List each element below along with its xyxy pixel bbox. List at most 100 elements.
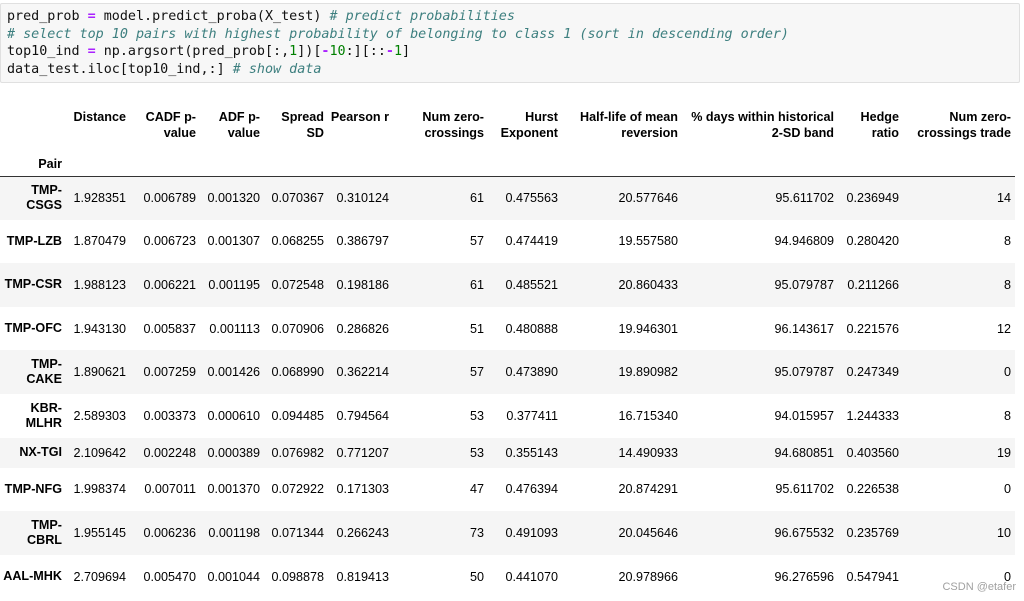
table-cell: 0.221576: [846, 321, 899, 336]
code-token: 10: [329, 44, 346, 60]
table-cell: 1.928351: [73, 191, 126, 206]
table-cell: 0.076982: [271, 445, 324, 460]
column-header: Num zero-crossings trade: [917, 110, 1011, 140]
table-cell: 73: [469, 525, 484, 540]
table-cell: 51: [469, 321, 484, 336]
code-token: model.predict_proba(X_test): [95, 9, 330, 24]
code-cell[interactable]: pred_prob = model.predict_proba(X_test) …: [0, 3, 1020, 83]
table-cell: 19.946301: [618, 321, 678, 336]
table-cell: 95.611702: [775, 191, 834, 206]
code-token: =: [87, 9, 96, 24]
table-cell: 94.680851: [774, 445, 834, 460]
row-index-pair: TMP-CSR: [4, 277, 62, 292]
table-cell: 0.794564: [336, 408, 389, 423]
table-cell: 0.771207: [336, 445, 389, 460]
table-cell: 0.001370: [207, 482, 260, 497]
table-cell: 0.198186: [336, 277, 389, 292]
table-cell: 0.485521: [505, 277, 558, 292]
table-cell: 0.236949: [846, 191, 899, 206]
table-row: KBR-MLHR 2.589303 0.003373 0.000610 0.094485…: [0, 394, 1015, 438]
table-cell: 95.079787: [774, 365, 834, 380]
table-cell: 14.490933: [618, 445, 678, 460]
table-cell: 20.045646: [618, 525, 678, 540]
table-cell: 0.006723: [143, 234, 196, 249]
table-cell: 0.247349: [846, 365, 899, 380]
table-cell: 0.310124: [336, 191, 389, 206]
table-cell: 53: [469, 408, 484, 423]
table-cell: 20.978966: [618, 569, 678, 584]
table-cell: 0.072922: [271, 482, 324, 497]
table-cell: 0: [1003, 365, 1011, 380]
table-cell: 0.491093: [505, 525, 558, 540]
row-index-pair: TMP-NFG: [4, 481, 62, 496]
table-cell: 0.001426: [207, 365, 260, 380]
table-cell: 2.109642: [73, 445, 126, 460]
table-row: AAL-MHK 2.709694 0.005470 0.001044 0.098878 0…: [0, 555, 1015, 599]
code-token: ])[: [297, 44, 322, 60]
table-cell: 14: [996, 191, 1011, 206]
table-cell: 0.001044: [207, 569, 260, 584]
table-cell: 0.547941: [846, 569, 899, 584]
table-cell: 8: [1003, 408, 1011, 423]
code-comment: # show data: [232, 61, 322, 77]
table-cell: 0.068990: [271, 365, 324, 380]
code-token: -: [385, 44, 394, 60]
code-token: pred_prob: [7, 9, 88, 24]
table-cell: 0.005837: [143, 321, 196, 336]
table-cell: 0.001198: [208, 525, 260, 540]
table-cell: 2.589303: [73, 408, 126, 423]
table-row: TMP-CAKE 1.890621 0.007259 0.001426 0.068990…: [0, 350, 1015, 394]
column-header: CADF p-value: [145, 110, 196, 140]
column-header: % days within historical 2-SD band: [691, 110, 834, 140]
table-cell: 0.355143: [505, 445, 558, 460]
table-cell: 0.072548: [271, 277, 324, 292]
table-cell: 0.098878: [271, 569, 324, 584]
table-cell: 96.276596: [774, 569, 834, 584]
code-token: top10_ind: [7, 44, 88, 60]
table-cell: 1.955145: [73, 525, 126, 540]
table-cell: 0.070367: [271, 191, 324, 206]
table-cell: 2.709694: [73, 569, 126, 584]
code-token: =: [87, 44, 96, 60]
table-cell: 50: [469, 569, 484, 584]
table-cell: 0: [1003, 482, 1011, 497]
watermark: CSDN @etafer: [942, 581, 1016, 593]
column-header: Num zero-crossings: [422, 110, 484, 140]
table-row: TMP-CBRL 1.955145 0.006236 0.001198 0.071344…: [0, 511, 1015, 555]
row-index-pair: TMP-CAKE: [26, 357, 62, 387]
table-cell: 0.226538: [846, 482, 899, 497]
row-index-pair: TMP-CBRL: [27, 517, 62, 547]
code-token: ]: [402, 44, 411, 60]
table-row: TMP-CSR 1.988123 0.006221 0.001195 0.072548 0…: [0, 263, 1015, 307]
table-cell: 1.943130: [73, 321, 126, 336]
row-index-pair: TMP-CSGS: [26, 183, 62, 213]
table-cell: 10: [996, 525, 1011, 540]
table-cell: 1.890621: [73, 365, 126, 380]
row-index-pair: AAL-MHK: [3, 569, 62, 584]
table-cell: 19: [996, 445, 1011, 460]
table-cell: 0.001307: [207, 234, 260, 249]
table-row: TMP-LZB 1.870479 0.006723 0.001307 0.068255 0…: [0, 220, 1015, 264]
code-comment: # select top 10 pairs with highest proba…: [7, 26, 789, 42]
table-cell: 0.473890: [505, 365, 558, 380]
table-cell: 95.611702: [775, 482, 834, 497]
table-cell: 95.079787: [774, 277, 834, 292]
table-cell: 0.006236: [143, 525, 196, 540]
table-cell: 1.988123: [73, 277, 126, 292]
index-header-row: Pair: [0, 156, 1015, 176]
table-cell: 0.006221: [143, 277, 196, 292]
table-row: TMP-CSGS 1.928351 0.006789 0.001320 0.070367…: [0, 176, 1015, 220]
table-cell: 0.474419: [505, 234, 558, 249]
table-cell: 0.000389: [207, 445, 260, 460]
code-token: :][::: [345, 44, 386, 60]
table-cell: 1.244333: [846, 408, 899, 423]
table-cell: 94.015957: [774, 408, 834, 423]
table-cell: 19.557580: [618, 234, 678, 249]
table-cell: 16.715340: [618, 408, 678, 423]
row-index-pair: TMP-OFC: [4, 321, 62, 336]
table-cell: 0.480888: [505, 321, 558, 336]
table-cell: 0.211266: [847, 277, 899, 292]
table-cell: 0.007011: [144, 482, 196, 497]
table-row: TMP-NFG 1.998374 0.007011 0.001370 0.072922 0…: [0, 468, 1015, 512]
code-token: 1: [393, 44, 403, 60]
